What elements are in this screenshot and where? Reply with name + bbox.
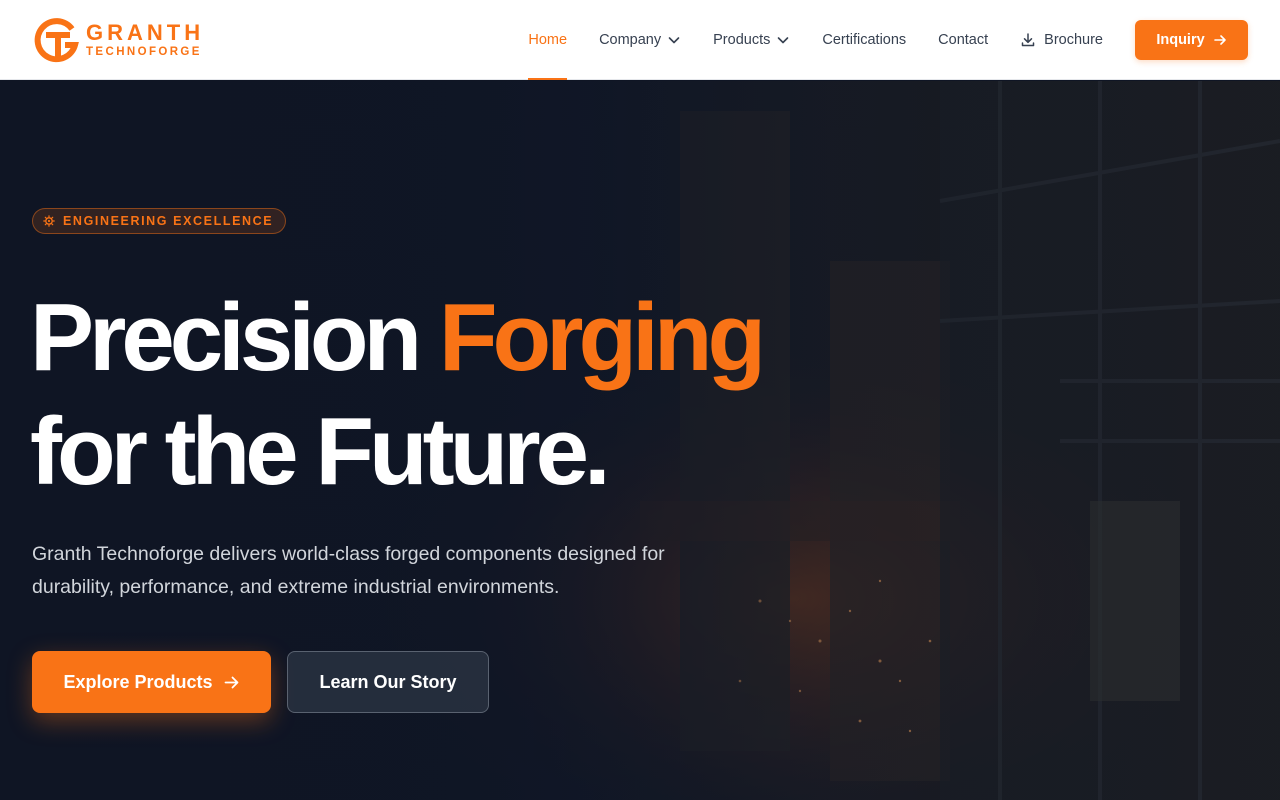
learn-our-story-button[interactable]: Learn Our Story: [287, 651, 489, 713]
site-header: GRANTH TECHNOFORGE Home Company Products…: [0, 0, 1280, 80]
nav-certifications[interactable]: Certifications: [822, 0, 906, 80]
nav-products[interactable]: Products: [713, 0, 790, 80]
download-icon: [1021, 33, 1035, 47]
nav-brochure-label: Brochure: [1044, 32, 1103, 48]
chevron-down-icon: [778, 37, 789, 44]
inquiry-button-label: Inquiry: [1156, 32, 1205, 48]
learn-our-story-label: Learn Our Story: [319, 671, 457, 692]
nav-contact[interactable]: Contact: [938, 0, 988, 80]
brand-subtitle: TECHNOFORGE: [86, 45, 202, 58]
brand-name: GRANTH: [86, 19, 205, 45]
hero-badge: ENGINEERING EXCELLENCE: [32, 208, 287, 234]
nav-home-label: Home: [528, 32, 568, 48]
gear-icon: [43, 215, 55, 227]
headline-accent: Forging: [438, 284, 766, 391]
main-nav: Home Company Products Certifications Con…: [496, 0, 1248, 80]
nav-home[interactable]: Home: [528, 0, 567, 80]
hero-headline: Precision Forging for the Future.: [30, 281, 766, 509]
brand-logo[interactable]: GRANTH TECHNOFORGE: [32, 15, 204, 65]
inquiry-button[interactable]: Inquiry: [1135, 20, 1248, 60]
headline-line2: for the Future.: [30, 398, 611, 505]
hero-section: ENGINEERING EXCELLENCE Precision Forging…: [0, 81, 1280, 800]
nav-products-label: Products: [713, 32, 771, 48]
explore-products-button[interactable]: Explore Products: [32, 651, 271, 713]
nav-contact-label: Contact: [938, 32, 989, 48]
explore-products-label: Explore Products: [63, 671, 213, 692]
nav-brochure[interactable]: Brochure: [1020, 0, 1103, 80]
logo-mark-icon: [34, 18, 79, 63]
nav-company-label: Company: [599, 32, 662, 48]
headline-part1: Precision: [30, 284, 439, 391]
hero-lead: Granth Technoforge delivers world-class …: [32, 543, 665, 598]
hero-badge-text: ENGINEERING EXCELLENCE: [63, 214, 274, 228]
arrow-right-icon: [1213, 35, 1226, 45]
nav-certifications-label: Certifications: [822, 32, 907, 48]
nav-company[interactable]: Company: [599, 0, 681, 80]
arrow-right-icon: [224, 676, 238, 688]
chevron-down-icon: [668, 37, 680, 44]
